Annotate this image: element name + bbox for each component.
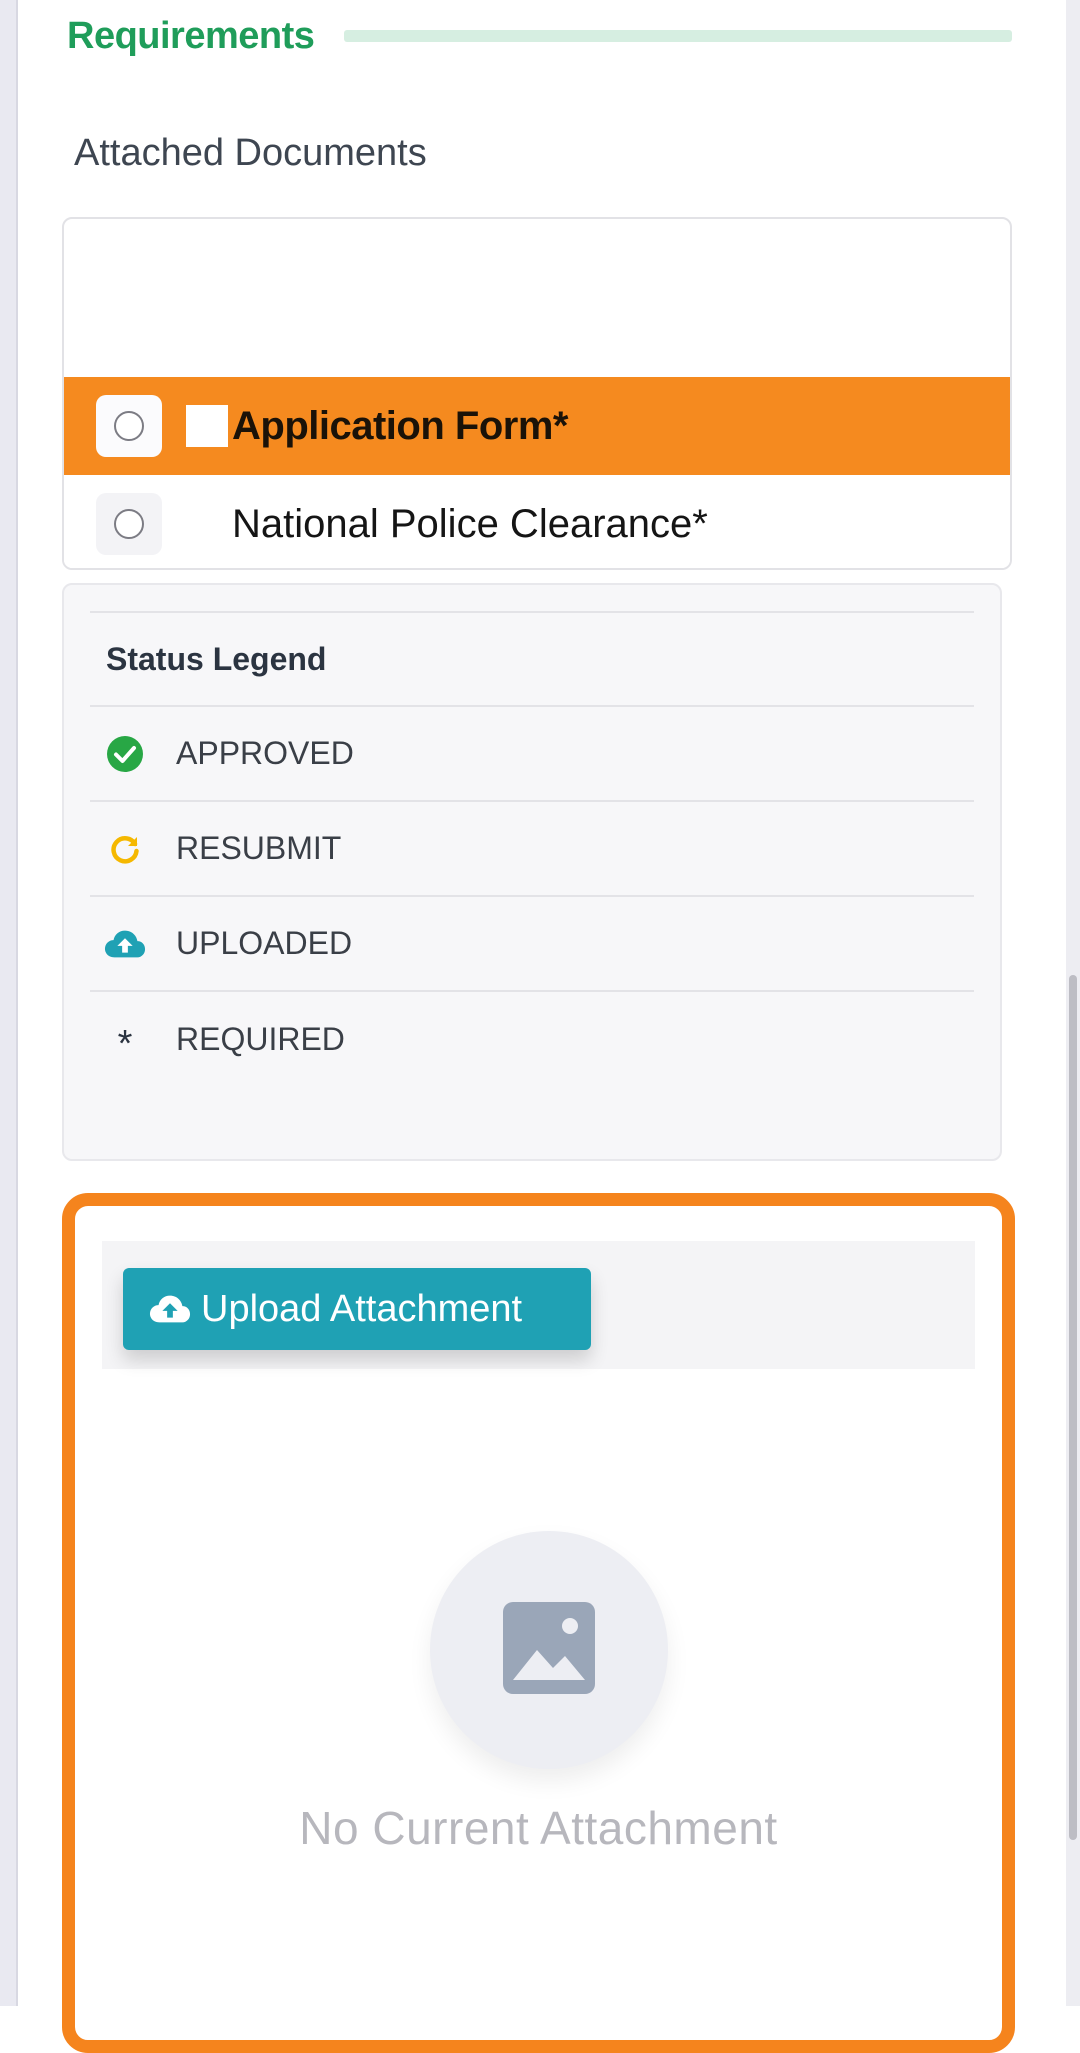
upload-attachment-button[interactable]: Upload Attachment bbox=[123, 1268, 591, 1350]
image-placeholder bbox=[430, 1531, 668, 1769]
cloud-upload-icon bbox=[104, 923, 146, 965]
asterisk-icon: * bbox=[117, 1022, 133, 1065]
section-divider bbox=[344, 30, 1012, 42]
radio-circle-icon bbox=[114, 411, 144, 441]
document-radio[interactable] bbox=[96, 493, 162, 555]
left-edge bbox=[0, 0, 18, 2006]
section-header: Requirements bbox=[67, 8, 1012, 64]
document-item-application-form[interactable]: Application Form* bbox=[64, 377, 1010, 475]
upload-button-label: Upload Attachment bbox=[201, 1287, 523, 1330]
radio-circle-icon bbox=[114, 509, 144, 539]
status-legend: Status Legend APPROVED RESUBMIT UPLOADED… bbox=[62, 583, 1002, 1161]
document-radio[interactable] bbox=[96, 395, 162, 457]
document-list: Application Form* National Police Cleara… bbox=[62, 217, 1012, 570]
document-name: National Police Clearance* bbox=[232, 501, 708, 546]
status-placeholder-icon bbox=[186, 405, 228, 447]
empty-state-text: No Current Attachment bbox=[299, 1802, 778, 1854]
refresh-icon bbox=[104, 828, 146, 870]
image-icon bbox=[503, 1601, 595, 1699]
check-circle-icon bbox=[104, 733, 146, 775]
legend-title: Status Legend bbox=[90, 611, 974, 707]
document-item-police-clearance[interactable]: National Police Clearance* bbox=[64, 475, 1010, 568]
section-title: Requirements bbox=[67, 14, 315, 57]
cloud-upload-icon bbox=[149, 1288, 191, 1330]
scrollbar-thumb[interactable] bbox=[1069, 975, 1077, 1840]
attachment-panel: Upload Attachment No Current Attachment bbox=[62, 1193, 1015, 2053]
legend-item-resubmit: RESUBMIT bbox=[90, 802, 974, 897]
attached-documents-label: Attached Documents bbox=[74, 132, 427, 174]
document-name: Application Form* bbox=[232, 403, 568, 448]
legend-label: UPLOADED bbox=[176, 925, 353, 961]
scrollbar-track[interactable] bbox=[1066, 0, 1080, 2006]
legend-item-required: * REQUIRED bbox=[90, 992, 974, 1087]
legend-item-approved: APPROVED bbox=[90, 707, 974, 802]
legend-item-uploaded: UPLOADED bbox=[90, 897, 974, 992]
legend-label: APPROVED bbox=[176, 735, 354, 771]
legend-label: REQUIRED bbox=[176, 1021, 345, 1057]
legend-label: RESUBMIT bbox=[176, 830, 342, 866]
